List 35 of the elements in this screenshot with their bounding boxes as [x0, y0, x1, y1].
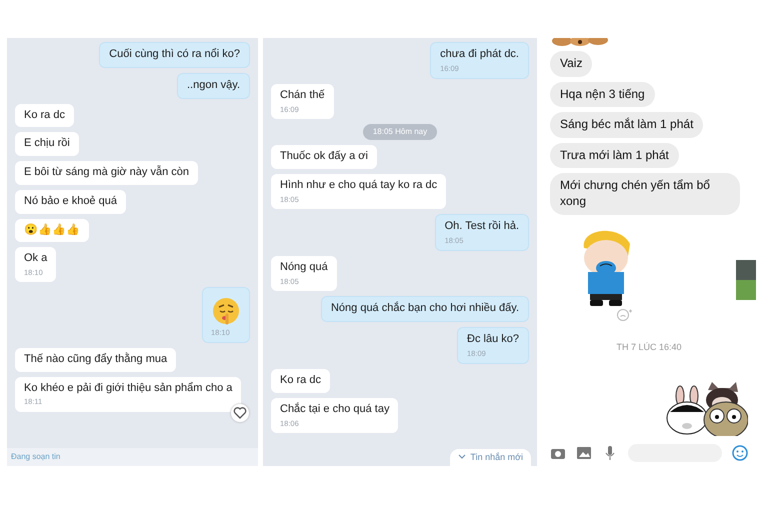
message-text: E bôi từ sáng mà giờ này vẫn còn — [24, 166, 189, 180]
emoji-sticker — [211, 296, 241, 326]
message-text: Ko ra dc — [24, 108, 65, 122]
message-text: Thế nào cũng đẩy thằng mua — [24, 352, 168, 366]
message-bubble: Sáng béc mắt làm 1 phát — [550, 112, 704, 138]
date-divider: 18:05 Hôm nay — [362, 124, 438, 140]
chevron-down-icon — [458, 454, 466, 460]
typing-status: Đang soạn tin — [7, 448, 258, 466]
message-text: E chịu rồi — [24, 137, 70, 151]
sticker-drawing — [550, 38, 610, 46]
message-text: Đc lâu ko? — [467, 333, 519, 347]
message-text: Ko ra dc — [280, 374, 321, 388]
date-divider: TH 7 LÚC 16:40 — [616, 340, 682, 354]
message-text: Nó bảo e khoẻ quá — [24, 194, 117, 208]
message-text: chưa đi phát dc. — [440, 48, 519, 62]
photo-placeholder — [736, 260, 756, 300]
message-text: Thuốc ok đấy a ơi — [280, 150, 368, 164]
message-text: Cuối cùng thì có ra nổi ko? — [109, 48, 240, 62]
message-bubble: Trưa mới làm 1 phát — [550, 142, 679, 168]
message-text: 😮👍👍👍 — [24, 224, 80, 238]
message-text: Nóng quá — [280, 261, 328, 275]
message-text: Chán thế — [280, 89, 325, 103]
message-text: Ok a — [24, 252, 48, 266]
emoji-icon[interactable] — [732, 445, 748, 461]
message-bubble: Hqa nện 3 tiếng — [550, 82, 655, 108]
new-messages-button[interactable]: Tin nhắn mới — [450, 448, 531, 466]
message-text: Oh. Test rồi hả. — [444, 220, 519, 234]
message-bubble: Vaiz — [550, 51, 592, 77]
message-text: Nóng quá chắc bạn cho hơi nhiều đấy. — [330, 302, 519, 316]
message-bubble: Mới chưng chén yến tẩm bổ xong — [550, 173, 740, 215]
message-text: Hình như e cho quá tay ko ra dc — [280, 179, 438, 193]
image-icon[interactable] — [576, 445, 592, 461]
message-text: Ko khéo e pải đi giới thiệu sản phẩm cho a — [24, 382, 232, 396]
message-text: ..ngon vậy. — [187, 78, 240, 92]
message-text: Chắc tại e cho quá tay — [280, 403, 390, 417]
